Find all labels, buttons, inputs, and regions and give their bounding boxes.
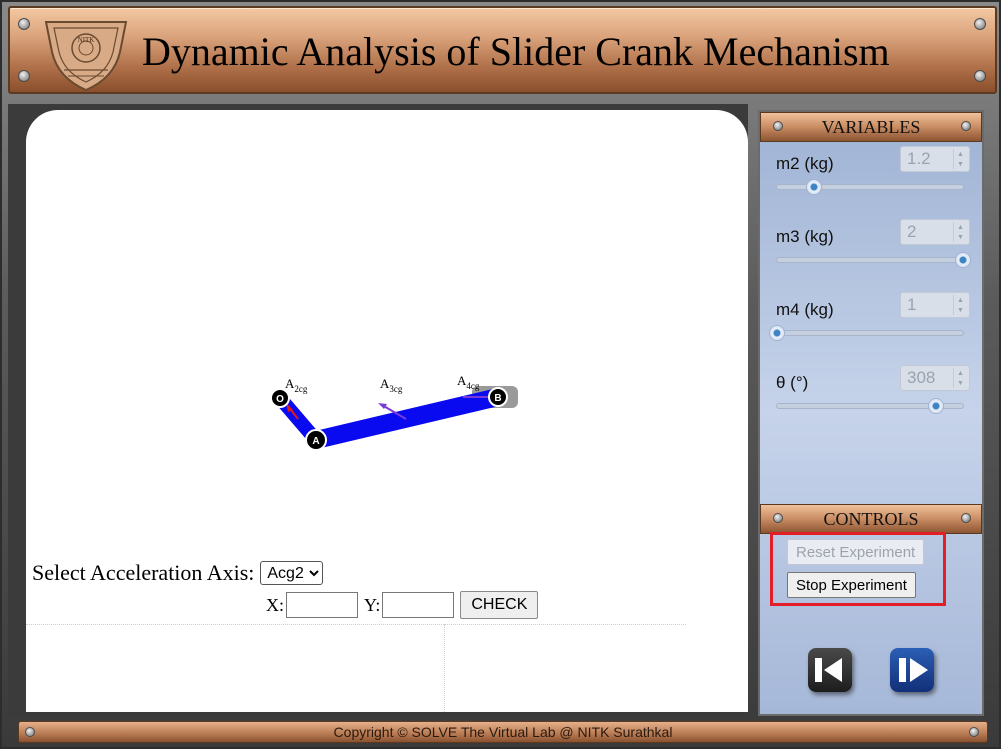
controls-header: CONTROLS xyxy=(760,504,982,534)
mechanism-diagram: O A B A2cg A3cg A4cg xyxy=(270,373,518,451)
page-title: Dynamic Analysis of Slider Crank Mechani… xyxy=(142,29,890,74)
logo-text: NITK xyxy=(78,36,95,44)
variable-label: m4 (kg) xyxy=(776,300,834,319)
variable-value: 2 xyxy=(907,222,917,241)
previous-step-button[interactable] xyxy=(808,648,852,692)
variable-row: m4 (kg) 1 ▲ ▼ xyxy=(769,292,970,352)
variable-slider[interactable] xyxy=(769,325,964,341)
slider-thumb[interactable] xyxy=(955,252,971,268)
app-frame: NITK Dynamic Analysis of Slider Crank Me… xyxy=(0,0,1001,749)
acceleration-axis-label: Select Acceleration Axis: xyxy=(32,560,255,585)
label-a3cg: A3cg xyxy=(380,376,403,394)
screw-icon xyxy=(961,121,971,131)
label-a2cg: A2cg xyxy=(285,376,308,394)
variable-row: m3 (kg) 2 ▲ ▼ xyxy=(774,219,971,279)
screw-icon xyxy=(773,513,783,523)
spinner-arrows-icon[interactable]: ▲ ▼ xyxy=(953,222,967,242)
acceleration-axis-row: Select Acceleration Axis: Acg2Acg3Acg4 xyxy=(32,558,324,588)
screw-icon xyxy=(18,18,30,30)
variable-label: m2 (kg) xyxy=(776,154,834,173)
stop-experiment-button[interactable]: Stop Experiment xyxy=(787,572,916,598)
variable-label: θ (°) xyxy=(776,373,809,392)
divider xyxy=(26,624,686,625)
y-input[interactable] xyxy=(382,592,455,618)
controls-highlight-box: Reset Experiment Stop Experiment xyxy=(770,532,946,606)
joint-o-label: O xyxy=(276,394,284,405)
y-label: Y: xyxy=(364,594,381,615)
x-input[interactable] xyxy=(286,592,358,618)
screw-icon xyxy=(773,121,783,131)
coordinate-check-row: X: Y: CHECK xyxy=(266,590,539,620)
screw-icon xyxy=(969,727,979,737)
footer-bar: Copyright © SOLVE The Virtual Lab @ NITK… xyxy=(18,721,988,743)
spinner-arrows-icon[interactable]: ▲ ▼ xyxy=(953,149,967,169)
variable-label: m3 (kg) xyxy=(776,227,834,246)
step-forward-icon xyxy=(899,658,928,682)
acceleration-axis-select[interactable]: Acg2Acg3Acg4 xyxy=(260,561,324,585)
simulation-area: O A B A2cg A3cg A4cg Select Acceleration… xyxy=(8,104,748,716)
variables-header: VARIABLES xyxy=(760,112,982,142)
header-bar: NITK Dynamic Analysis of Slider Crank Me… xyxy=(8,6,997,94)
label-a4cg: A4cg xyxy=(457,373,480,391)
variable-value: 1.2 xyxy=(907,149,931,168)
variable-row: m2 (kg) 1.2 ▲ ▼ xyxy=(774,146,970,206)
slider-thumb[interactable] xyxy=(769,325,785,341)
variable-spinner[interactable]: 308 ▲ ▼ xyxy=(900,365,970,391)
footer-copyright: Copyright © SOLVE The Virtual Lab @ NITK… xyxy=(333,724,673,740)
reset-experiment-button[interactable]: Reset Experiment xyxy=(787,539,925,565)
slider-thumb[interactable] xyxy=(928,398,945,414)
spinner-arrows-icon[interactable]: ▲ ▼ xyxy=(953,368,967,388)
next-step-button[interactable] xyxy=(890,648,934,692)
slider-thumb[interactable] xyxy=(806,179,823,195)
variable-spinner[interactable]: 2 ▲ ▼ xyxy=(900,219,970,245)
variables-title: VARIABLES xyxy=(821,117,921,137)
joint-b-label: B xyxy=(494,393,501,404)
nitk-emblem-icon: NITK xyxy=(44,21,128,92)
simulation-canvas: O A B A2cg A3cg A4cg Select Acceleration… xyxy=(26,110,748,712)
screw-icon xyxy=(974,18,986,30)
divider xyxy=(444,624,445,712)
connecting-rod-link xyxy=(307,388,507,449)
spinner-arrows-icon[interactable]: ▲ ▼ xyxy=(953,295,967,315)
variable-slider[interactable] xyxy=(776,398,964,414)
screw-icon xyxy=(18,70,30,82)
screw-icon xyxy=(961,513,971,523)
variable-row: θ (°) 308 ▲ ▼ xyxy=(774,365,970,425)
variable-slider[interactable] xyxy=(776,179,964,195)
variable-value: 308 xyxy=(907,368,936,387)
check-button[interactable]: CHECK xyxy=(460,591,539,619)
variable-spinner[interactable]: 1.2 ▲ ▼ xyxy=(900,146,970,172)
variable-value: 1 xyxy=(907,295,917,314)
x-label: X: xyxy=(266,594,284,615)
joint-a-label: A xyxy=(312,436,319,447)
screw-icon xyxy=(974,70,986,82)
variable-spinner[interactable]: 1 ▲ ▼ xyxy=(900,292,970,318)
controls-title: CONTROLS xyxy=(823,509,919,529)
step-back-icon xyxy=(815,658,842,682)
screw-icon xyxy=(25,727,35,737)
side-panel: VARIABLES m2 (kg) 1.2 ▲ ▼ m3 (kg) 2 ▲ ▼ m4 (kg) 1… xyxy=(758,110,984,716)
variable-slider[interactable] xyxy=(776,252,971,268)
